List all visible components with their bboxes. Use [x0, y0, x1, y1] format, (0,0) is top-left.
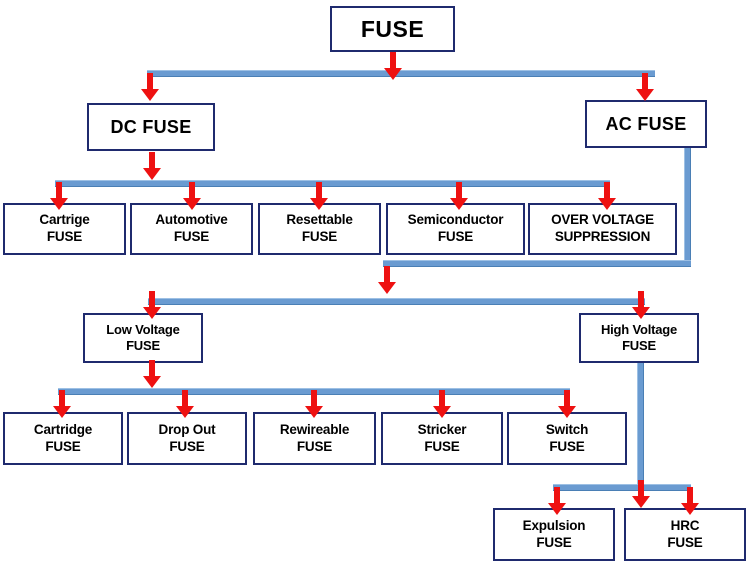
- node-semiconductor-fuse-line1: Semiconductor: [407, 212, 504, 228]
- node-switch-fuse-line1: Switch: [545, 421, 589, 437]
- connector-highvoltage-bus: [553, 484, 691, 491]
- node-dc-fuse[interactable]: DC FUSE: [87, 103, 215, 151]
- fuse-flowchart: FUSE DC FUSE AC FUSE Cartrige FUSE Autom…: [0, 0, 750, 567]
- node-expulsion-fuse-line2: FUSE: [536, 534, 572, 550]
- node-high-voltage-fuse[interactable]: High Voltage FUSE: [579, 313, 699, 363]
- node-resettable-fuse-line2: FUSE: [301, 229, 338, 244]
- node-resettable-fuse-line1: Resettable: [286, 212, 353, 228]
- node-drop-out-fuse-line2: FUSE: [169, 438, 205, 454]
- arrow-to-over-voltage-suppression: [596, 182, 618, 210]
- arrow-to-rewireable-fuse: [303, 390, 325, 418]
- arrow-to-cartrige-fuse: [48, 182, 70, 210]
- arrow-to-stricker-fuse: [431, 390, 453, 418]
- node-semiconductor-fuse-line2: FUSE: [437, 229, 474, 244]
- node-switch-fuse[interactable]: Switch FUSE: [507, 412, 627, 465]
- arrow-to-drop-out-fuse: [174, 390, 196, 418]
- node-cartrige-fuse-line1: Cartrige: [39, 212, 90, 228]
- arrow-high-voltage-down: [630, 480, 652, 508]
- arrow-to-expulsion-fuse: [546, 487, 568, 515]
- node-over-voltage-suppression-line1: OVER VOLTAGE: [551, 212, 654, 228]
- node-high-voltage-fuse-line1: High Voltage: [600, 321, 678, 337]
- arrow-to-cartridge-fuse: [51, 390, 73, 418]
- node-drop-out-fuse-line1: Drop Out: [158, 421, 216, 437]
- node-semiconductor-fuse[interactable]: Semiconductor FUSE: [386, 203, 525, 255]
- node-drop-out-fuse[interactable]: Drop Out FUSE: [127, 412, 247, 465]
- connector-ac-vertical: [684, 148, 691, 266]
- arrow-to-low-voltage-fuse: [141, 291, 163, 319]
- node-cartridge-fuse[interactable]: Cartridge FUSE: [3, 412, 123, 465]
- arrow-to-hrc-fuse: [679, 487, 701, 515]
- arrow-to-switch-fuse: [556, 390, 578, 418]
- connector-ac-horizontal: [383, 260, 691, 267]
- connector-voltage-bus: [148, 298, 645, 305]
- node-automotive-fuse-line2: FUSE: [173, 229, 210, 244]
- node-cartridge-fuse-line1: Cartridge: [33, 421, 93, 437]
- node-ac-fuse-line1: AC FUSE: [605, 113, 687, 134]
- node-hrc-fuse[interactable]: HRC FUSE: [624, 508, 746, 561]
- connector-highvoltage-vertical: [637, 362, 644, 484]
- arrow-to-semiconductor-fuse: [448, 182, 470, 210]
- node-automotive-fuse-line1: Automotive: [155, 212, 228, 228]
- node-fuse[interactable]: FUSE: [330, 6, 455, 52]
- node-low-voltage-fuse[interactable]: Low Voltage FUSE: [83, 313, 203, 363]
- node-cartrige-fuse-line2: FUSE: [46, 229, 83, 244]
- node-hrc-fuse-line2: FUSE: [667, 534, 703, 550]
- arrow-to-ac-fuse: [634, 73, 656, 101]
- arrow-root-down: [382, 52, 404, 80]
- node-expulsion-fuse[interactable]: Expulsion FUSE: [493, 508, 615, 561]
- node-over-voltage-suppression-line2: SUPPRESSION: [554, 229, 651, 244]
- node-ac-fuse[interactable]: AC FUSE: [585, 100, 707, 148]
- node-expulsion-fuse-line1: Expulsion: [522, 517, 586, 533]
- node-cartridge-fuse-line2: FUSE: [45, 438, 81, 454]
- node-stricker-fuse-line2: FUSE: [424, 438, 460, 454]
- node-stricker-fuse[interactable]: Stricker FUSE: [381, 412, 503, 465]
- arrow-ac-to-voltage-bus: [376, 266, 398, 294]
- node-cartrige-fuse[interactable]: Cartrige FUSE: [3, 203, 126, 255]
- node-rewireable-fuse[interactable]: Rewireable FUSE: [253, 412, 376, 465]
- node-fuse-line1: FUSE: [360, 15, 425, 42]
- node-resettable-fuse[interactable]: Resettable FUSE: [258, 203, 381, 255]
- arrow-to-dc-fuse: [139, 73, 161, 101]
- node-automotive-fuse[interactable]: Automotive FUSE: [130, 203, 253, 255]
- arrow-dc-fuse-down: [141, 152, 163, 180]
- node-switch-fuse-line2: FUSE: [549, 438, 585, 454]
- arrow-to-resettable-fuse: [308, 182, 330, 210]
- arrow-to-high-voltage-fuse: [630, 291, 652, 319]
- node-high-voltage-fuse-line2: FUSE: [622, 338, 656, 353]
- node-rewireable-fuse-line1: Rewireable: [279, 421, 350, 437]
- node-hrc-fuse-line1: HRC: [670, 517, 700, 533]
- node-low-voltage-fuse-line2: FUSE: [126, 338, 160, 353]
- arrow-low-voltage-down: [141, 360, 163, 388]
- arrow-to-automotive-fuse: [181, 182, 203, 210]
- node-stricker-fuse-line1: Stricker: [417, 421, 467, 437]
- node-over-voltage-suppression[interactable]: OVER VOLTAGE SUPPRESSION: [528, 203, 677, 255]
- node-dc-fuse-line1: DC FUSE: [110, 116, 192, 137]
- node-rewireable-fuse-line2: FUSE: [296, 438, 333, 454]
- connector-dc-bus: [55, 180, 610, 187]
- node-low-voltage-fuse-line1: Low Voltage: [106, 321, 180, 337]
